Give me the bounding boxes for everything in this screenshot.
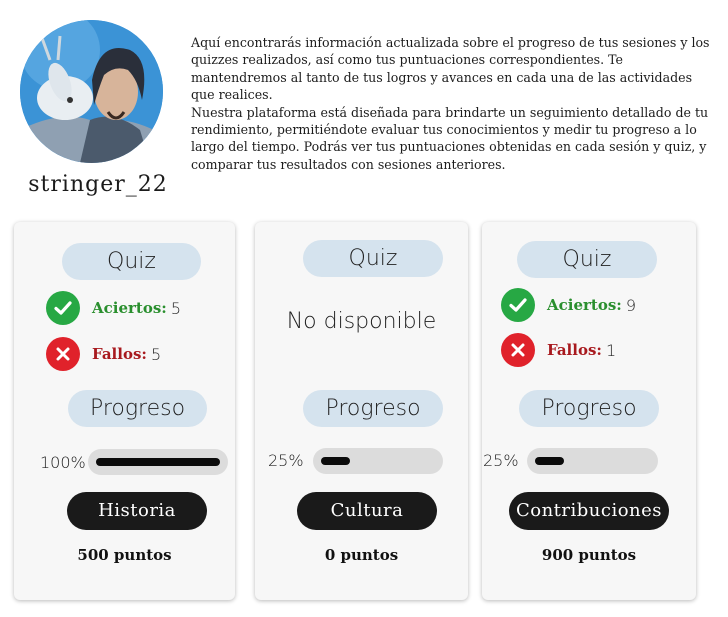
intro-paragraph-1: Aquí encontrarás información actualizada… [191, 35, 710, 103]
points: 900 puntos [541, 546, 637, 564]
correct-count: 9 [625, 295, 637, 315]
wrong-label: Fallos: [547, 341, 602, 359]
correct-label: Aciertos: [547, 296, 622, 314]
wrong-label: Fallos: [92, 345, 147, 363]
quiz-unavailable: No disponible [286, 309, 437, 334]
category-button[interactable]: Cultura [297, 492, 437, 530]
progress-label: Progreso [303, 390, 443, 427]
correct-label: Aciertos: [92, 299, 167, 317]
progress-percent: 25% [483, 451, 519, 470]
quiz-card-historia: Quiz Aciertos: 5 Fallos: 5 Progreso 100%… [14, 222, 235, 600]
x-icon [501, 333, 535, 367]
quiz-label: Quiz [303, 240, 443, 277]
wrong-stat: Fallos: 5 [46, 337, 161, 371]
category-button[interactable]: Historia [67, 492, 207, 530]
x-icon [46, 337, 80, 371]
username: stringer_22 [28, 172, 168, 197]
progress-label: Progreso [519, 390, 659, 427]
progress-bar [313, 448, 443, 474]
check-icon [46, 291, 80, 325]
wrong-count: 1 [605, 340, 617, 360]
correct-stat: Aciertos: 9 [501, 288, 636, 322]
wrong-count: 5 [150, 344, 162, 364]
quiz-label: Quiz [62, 243, 201, 280]
category-button[interactable]: Contribuciones [509, 492, 669, 530]
progress-bar [527, 448, 658, 474]
quiz-label: Quiz [517, 241, 657, 278]
progress-fill [535, 457, 564, 465]
intro-text: Aquí encontrarás información actualizada… [191, 34, 719, 173]
quiz-card-contribuciones: Quiz Aciertos: 9 Fallos: 1 Progreso 25% … [482, 222, 696, 600]
check-icon [501, 288, 535, 322]
points: 500 puntos [77, 546, 172, 564]
intro-paragraph-2: Nuestra plataforma está diseñada para br… [191, 104, 709, 172]
progress-bar [88, 449, 228, 475]
progress-fill [321, 457, 350, 465]
points: 0 puntos [324, 546, 399, 564]
wrong-stat: Fallos: 1 [501, 333, 616, 367]
progress-percent: 100% [40, 453, 86, 472]
quiz-card-cultura: Quiz No disponible Progreso 25% Cultura … [255, 222, 468, 600]
progress-label: Progreso [68, 390, 207, 427]
correct-stat: Aciertos: 5 [46, 291, 181, 325]
avatar [20, 20, 163, 163]
progress-fill [96, 458, 220, 466]
progress-percent: 25% [268, 451, 304, 470]
correct-count: 5 [170, 298, 182, 318]
